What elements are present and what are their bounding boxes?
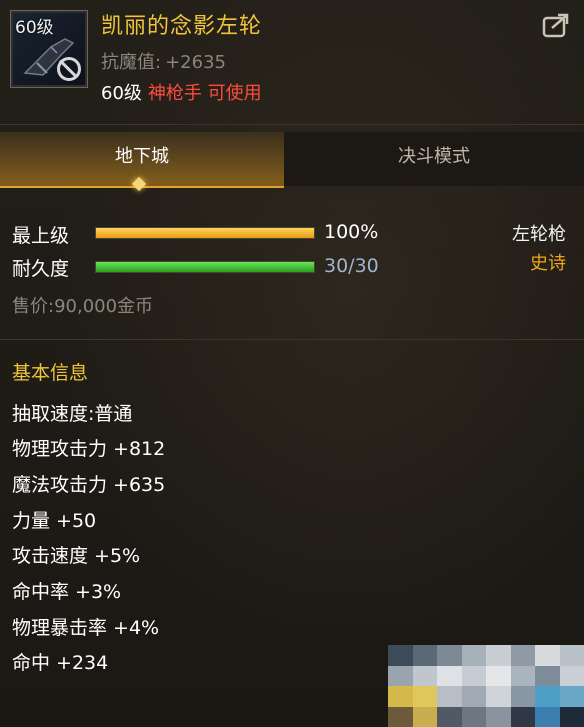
attribute-line: 魔法攻击力 +635 (12, 474, 166, 496)
durability-value: 30/30 (324, 255, 379, 277)
item-header: 60级 凯丽的念影左轮 抗魔值: +2635 60级 神枪手 可使用 (0, 0, 584, 122)
required-class: 神枪手 可使用 (147, 83, 262, 104)
weapon-type: 左轮枪 (512, 224, 566, 245)
pixelated-thumbnail (388, 645, 584, 727)
mode-tabs: 地下城 决斗模式 (0, 132, 584, 188)
share-icon[interactable] (542, 12, 572, 38)
attribute-line: 攻击速度 +5% (12, 545, 141, 567)
magic-resist-value: +2635 (165, 52, 226, 73)
attribute-line: 命中率 +3% (12, 581, 122, 603)
no-trade-icon (57, 57, 81, 81)
durability-bar (95, 261, 315, 273)
durability-label: 耐久度 (12, 258, 70, 280)
grade-label: 最上级 (12, 225, 70, 247)
durability-bar-fill (96, 262, 314, 272)
attribute-line: 物理攻击力 +812 (12, 438, 166, 460)
required-level: 60级 (101, 83, 142, 104)
header-divider (0, 124, 584, 125)
grade-bar-fill (96, 228, 314, 238)
sell-price: 售价:90,000金币 (12, 296, 154, 317)
basic-info-title: 基本信息 (12, 362, 89, 384)
grade-bar (95, 227, 315, 239)
requirement: 60级 神枪手 可使用 (101, 79, 262, 105)
item-icon[interactable]: 60级 (10, 10, 88, 88)
magic-resist: 抗魔值: +2635 (101, 48, 226, 74)
tab-pvp[interactable]: 决斗模式 (284, 132, 584, 186)
item-tooltip-panel: 60级 凯丽的念影左轮 抗魔值: +2635 60级 神枪手 可使用 地下城 决斗模… (0, 0, 584, 727)
attribute-line: 抽取速度:普通 (12, 403, 133, 425)
attribute-line: 物理暴击率 +4% (12, 617, 160, 639)
item-name: 凯丽的念影左轮 (101, 14, 263, 39)
rarity: 史诗 (530, 253, 566, 274)
magic-resist-label: 抗魔值: (101, 52, 162, 73)
info-divider (0, 339, 584, 340)
attribute-line: 力量 +50 (12, 510, 97, 532)
grade-value: 100% (324, 221, 379, 243)
attribute-line: 命中 +234 (12, 652, 109, 674)
